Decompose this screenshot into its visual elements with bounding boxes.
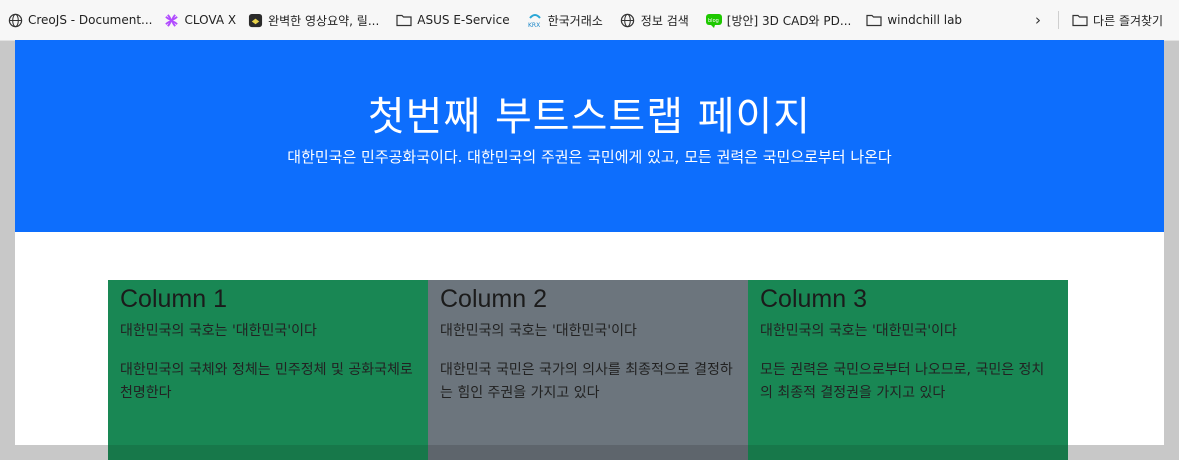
column-text: 대한민국 국민은 국가의 의사를 최종적으로 결정하는 힘인 주권을 가지고 있…	[440, 362, 733, 401]
column-text: 대한민국의 국체와 정체는 민주정체 및 공화국체로 천명한다	[120, 362, 413, 401]
column-heading: Column 1	[120, 285, 227, 313]
column-text: 대한민국의 국호는 '대한민국'이다	[120, 323, 317, 339]
bookmark-label: 정보 검색	[640, 13, 689, 28]
column-1: Column 1 대한민국의 국호는 '대한민국'이다 대한민국의 국체와 정체…	[108, 280, 428, 445]
page-title: 첫번째 부트스트랩 페이지	[367, 94, 812, 140]
svg-text:KRX: KRX	[528, 22, 540, 28]
bookmark-other-favorites[interactable]: 다른 즐겨찾기	[1067, 8, 1169, 32]
columns-row: Column 1 대한민국의 국호는 '대한민국'이다 대한민국의 국체와 정체…	[108, 280, 1068, 445]
globe-icon	[7, 12, 23, 28]
bookmark-label: ASUS E-Service	[417, 13, 510, 27]
column-heading: Column 2	[440, 285, 547, 313]
krx-icon: KRX	[527, 12, 543, 28]
column-text: 모든 권력은 국민으로부터 나오므로, 국민은 정치의 최종적 결정권을 가지고…	[760, 362, 1045, 401]
bookmark-label: 한국거래소	[547, 13, 603, 28]
hero-banner: 첫번째 부트스트랩 페이지 대한민국은 민주공화국이다. 대한민국의 주권은 국…	[15, 40, 1164, 232]
columns-overflow	[108, 445, 1068, 460]
column-2-overflow	[428, 445, 748, 460]
column-1-overflow	[108, 445, 428, 460]
bookmark-label: CreoJS - Document...	[28, 13, 153, 27]
svg-text:blog: blog	[708, 18, 719, 24]
column-2: Column 2 대한민국의 국호는 '대한민국'이다 대한민국 국민은 국가의…	[428, 280, 748, 445]
bookmark-info-search[interactable]: 정보 검색	[615, 8, 695, 32]
bookmark-creojs[interactable]: CreoJS - Document...	[2, 8, 159, 32]
bookmark-krx[interactable]: KRX 한국거래소	[522, 8, 609, 32]
bookmark-clova-x[interactable]: CLOVA X	[159, 8, 243, 32]
folder-icon	[1072, 12, 1088, 28]
chevron-right-icon[interactable]: ›	[1028, 8, 1048, 32]
column-text: 대한민국의 국호는 '대한민국'이다	[440, 323, 637, 339]
bookmark-video-summary[interactable]: 완벽한 영상요약, 릴...	[242, 8, 385, 32]
blog-icon: blog	[705, 12, 722, 28]
folder-icon	[396, 12, 412, 28]
globe-icon	[620, 12, 636, 28]
bookmark-label: windchill lab	[887, 13, 963, 27]
clova-icon	[164, 12, 180, 28]
summary-app-icon	[247, 12, 263, 28]
bookmark-3d-cad[interactable]: blog [방안] 3D CAD와 PD...	[701, 8, 858, 32]
bookmark-asus-eservice[interactable]: ASUS E-Service	[391, 8, 515, 32]
bookmarks-bar: CreoJS - Document... CLOVA X 완벽한 영상요약, 릴…	[0, 0, 1179, 41]
bookmark-windchill-lab[interactable]: windchill lab	[861, 8, 968, 32]
column-3-overflow	[748, 445, 1068, 460]
bookmarks-divider	[1058, 11, 1060, 29]
bookmark-label: 완벽한 영상요약, 릴...	[268, 13, 380, 28]
bookmark-label: 다른 즐겨찾기	[1093, 13, 1164, 28]
hero-subtitle: 대한민국은 민주공화국이다. 대한민국의 주권은 국민에게 있고, 모든 권력은…	[287, 148, 892, 166]
folder-icon	[866, 12, 882, 28]
column-text: 대한민국의 국호는 '대한민국'이다	[760, 323, 957, 339]
column-heading: Column 3	[760, 285, 867, 313]
column-3: Column 3 대한민국의 국호는 '대한민국'이다 모든 권력은 국민으로부…	[748, 280, 1068, 445]
bookmark-label: CLOVA X	[184, 13, 237, 27]
bookmark-label: [방안] 3D CAD와 PD...	[726, 13, 852, 28]
page-viewport: 첫번째 부트스트랩 페이지 대한민국은 민주공화국이다. 대한민국의 주권은 국…	[15, 40, 1164, 445]
